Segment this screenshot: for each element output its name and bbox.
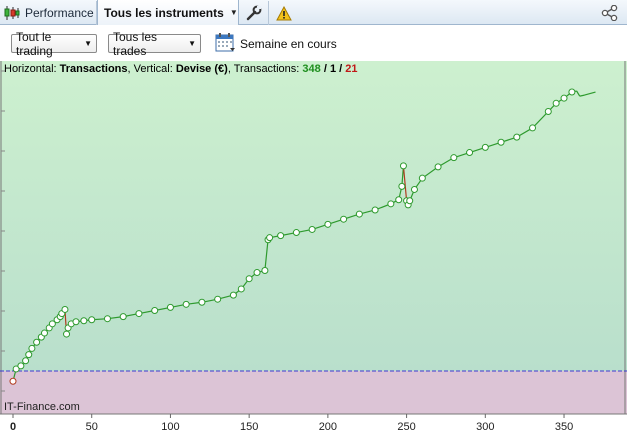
warning-triangle-icon xyxy=(276,5,292,20)
period-label: Semaine en cours xyxy=(240,37,337,51)
trade-point xyxy=(25,351,33,359)
trade-point xyxy=(245,275,253,283)
x-tick-label: 300 xyxy=(476,421,494,433)
equity-curve-plot: 0 50 100 150 200 250 300 350 xyxy=(0,61,627,435)
trade-point xyxy=(40,329,48,337)
trade-point xyxy=(308,225,316,233)
trade-point xyxy=(63,330,71,338)
trade-point xyxy=(166,303,174,311)
trades-filter-label: Tous les trades xyxy=(113,29,158,58)
trade-point xyxy=(399,162,407,170)
trade-point xyxy=(355,210,363,218)
trade-point xyxy=(151,306,159,314)
trade-point xyxy=(568,88,576,96)
trade-point xyxy=(450,154,458,162)
trade-point xyxy=(214,295,222,303)
trade-point xyxy=(198,298,206,306)
x-tick-label: 0 xyxy=(10,421,16,433)
trade-point xyxy=(513,133,521,141)
trade-point xyxy=(398,182,406,190)
trade-point xyxy=(418,174,426,182)
period-picker-button[interactable] xyxy=(215,32,236,53)
trade-point xyxy=(410,185,418,193)
trade-point xyxy=(119,313,127,321)
trade-point xyxy=(103,315,111,323)
separator: / xyxy=(339,63,343,75)
trade-point xyxy=(253,269,261,277)
trade-point xyxy=(88,316,96,324)
trade-point xyxy=(340,215,348,223)
trade-point xyxy=(544,108,552,116)
chevron-down-icon: ▼ xyxy=(84,39,92,48)
trade-point xyxy=(371,206,379,214)
tab-bar: Performance Tous les instruments ▼ xyxy=(0,0,627,25)
x-tick-label: 350 xyxy=(555,421,573,433)
tab-performance-label: Performance xyxy=(25,6,94,20)
transactions-prefix: Transactions: xyxy=(233,63,300,75)
x-tick-label: 200 xyxy=(319,421,337,433)
separator: / xyxy=(323,63,327,75)
horizontal-value: Transactions xyxy=(59,63,128,75)
trading-filter-dropdown[interactable]: Tout le trading ▼ xyxy=(11,30,97,58)
tab-instruments-dropdown[interactable]: Tous les instruments ▼ xyxy=(97,0,239,25)
transactions-middle: 1 xyxy=(329,63,337,75)
transactions-total: 348 xyxy=(302,63,321,75)
watermark: IT-Finance.com xyxy=(4,401,80,413)
trade-point xyxy=(17,362,25,370)
vertical-value: Devise (€) xyxy=(175,63,228,75)
trade-point xyxy=(277,232,285,240)
x-tick-label: 100 xyxy=(161,421,179,433)
trade-point xyxy=(387,200,395,208)
trade-point xyxy=(434,163,442,171)
trade-point xyxy=(261,266,269,274)
trade-point xyxy=(237,285,245,293)
x-tick-label: 150 xyxy=(240,421,258,433)
tab-performance[interactable]: Performance xyxy=(0,1,97,25)
calendar-icon xyxy=(215,33,235,52)
share-icon xyxy=(601,4,618,21)
trade-point xyxy=(395,196,403,204)
trade-point xyxy=(481,143,489,151)
trade-point xyxy=(552,99,560,107)
profit-zone xyxy=(0,61,627,371)
chevron-down-icon: ▼ xyxy=(188,39,196,48)
trade-point xyxy=(560,94,568,102)
loss-zone xyxy=(0,371,627,414)
equity-chart: 0 50 100 150 200 250 300 350 Horizontal: Transa… xyxy=(0,61,627,435)
trade-point xyxy=(182,300,190,308)
trade-point xyxy=(292,229,300,237)
trade-point xyxy=(266,234,274,242)
trade-point xyxy=(229,291,237,299)
trade-point xyxy=(497,138,505,146)
trade-point xyxy=(72,318,80,326)
wrench-icon xyxy=(246,5,261,21)
trade-point xyxy=(324,220,332,228)
trade-point xyxy=(529,124,537,132)
x-tick-label: 50 xyxy=(86,421,98,433)
trade-point xyxy=(406,197,414,205)
trade-point xyxy=(80,317,88,325)
candlestick-chart-icon xyxy=(4,6,20,20)
trade-point xyxy=(28,344,36,352)
horizontal-prefix: Horizontal: xyxy=(4,63,57,75)
tab-instruments-label: Tous les instruments xyxy=(104,5,224,20)
trading-filter-label: Tout le trading xyxy=(16,29,53,58)
filter-toolbar: Tout le trading ▼ Tous les trades ▼ Sema… xyxy=(0,25,627,61)
transactions-losses: 21 xyxy=(345,63,358,75)
trade-point xyxy=(135,310,143,318)
trade-point xyxy=(33,338,41,346)
settings-button[interactable] xyxy=(239,1,269,25)
trades-filter-dropdown[interactable]: Tous les trades ▼ xyxy=(108,30,201,58)
chart-info-line: Horizontal: Transactions, Vertical: Devi… xyxy=(4,63,358,75)
share-button[interactable] xyxy=(597,1,623,24)
trade-point xyxy=(466,149,474,157)
trade-point xyxy=(9,377,17,385)
trade-point xyxy=(22,357,30,365)
vertical-prefix: Vertical: xyxy=(133,63,173,75)
chevron-down-icon: ▼ xyxy=(229,8,238,17)
x-tick-label: 250 xyxy=(397,421,415,433)
trade-point xyxy=(61,305,69,313)
warnings-button[interactable] xyxy=(269,1,299,25)
